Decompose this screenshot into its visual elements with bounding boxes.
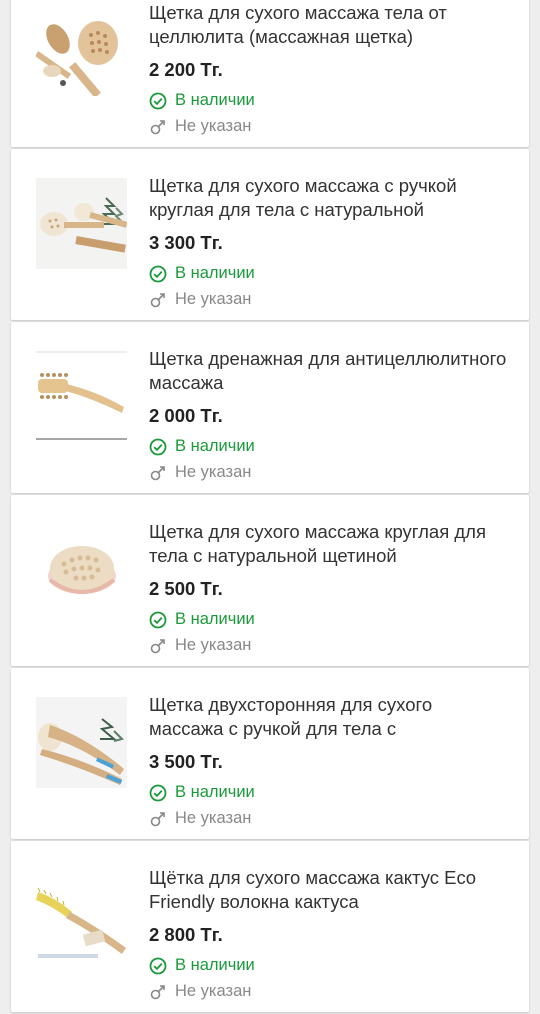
product-list: Щетка для сухого массажа тела от целлюли…	[0, 0, 540, 1014]
product-card[interactable]: Щетка для сухого массажа тела от целлюли…	[11, 0, 529, 147]
product-title[interactable]: Щетка двухсторонняя для сухого массажа с…	[149, 693, 509, 741]
product-price: 2 200 Тг.	[149, 59, 223, 80]
gender-icon	[150, 811, 165, 826]
gender-info: Не указан	[149, 463, 251, 482]
check-circle-icon	[149, 438, 167, 455]
gender-icon	[150, 465, 165, 480]
product-price: 3 500 Тг.	[149, 751, 223, 772]
availability-text: В наличии	[175, 91, 255, 109]
product-card[interactable]: Щетка для сухого массажа круглая для тел…	[11, 495, 529, 666]
check-circle-icon	[149, 265, 167, 282]
gender-icon	[150, 638, 165, 653]
gender-info: Не указан	[149, 636, 251, 655]
availability-status: В наличии	[149, 610, 255, 629]
availability-status: В наличии	[149, 956, 255, 975]
product-card[interactable]: Щетка двухсторонняя для сухого массажа с…	[11, 668, 529, 839]
product-price: 2 000 Тг.	[149, 405, 223, 426]
product-image[interactable]	[36, 5, 127, 96]
availability-status: В наличии	[149, 783, 255, 802]
availability-text: В наличии	[175, 437, 255, 455]
gender-info: Не указан	[149, 982, 251, 1001]
product-image[interactable]	[36, 178, 127, 269]
gender-icon	[150, 119, 165, 134]
gender-text: Не указан	[175, 809, 252, 827]
gender-icon	[150, 984, 165, 999]
gender-text: Не указан	[175, 290, 252, 308]
product-image[interactable]	[36, 697, 127, 788]
product-price: 3 300 Тг.	[149, 232, 223, 253]
gender-text: Не указан	[175, 463, 252, 481]
availability-text: В наличии	[175, 783, 255, 801]
product-price: 2 800 Тг.	[149, 924, 223, 945]
product-title[interactable]: Щетка для сухого массажа с ручкой кругла…	[149, 174, 509, 222]
product-image[interactable]	[36, 524, 127, 615]
check-circle-icon	[149, 957, 167, 974]
gender-text: Не указан	[175, 636, 252, 654]
product-price: 2 500 Тг.	[149, 578, 223, 599]
product-image[interactable]	[36, 351, 127, 442]
product-title[interactable]: Щётка для сухого массажа кактус Eco Frie…	[149, 866, 509, 914]
product-title[interactable]: Щетка для сухого массажа круглая для тел…	[149, 520, 509, 568]
availability-status: В наличии	[149, 264, 255, 283]
check-circle-icon	[149, 784, 167, 801]
check-circle-icon	[149, 611, 167, 628]
product-title[interactable]: Щетка дренажная для антицеллюлитного мас…	[149, 347, 509, 395]
product-card[interactable]: Щётка для сухого массажа кактус Eco Frie…	[11, 841, 529, 1012]
gender-info: Не указан	[149, 117, 251, 136]
availability-status: В наличии	[149, 91, 255, 110]
gender-text: Не указан	[175, 982, 252, 1000]
gender-text: Не указан	[175, 117, 252, 135]
product-image[interactable]	[36, 870, 127, 961]
product-title[interactable]: Щетка для сухого массажа тела от целлюли…	[149, 1, 509, 49]
availability-text: В наличии	[175, 956, 255, 974]
availability-text: В наличии	[175, 264, 255, 282]
check-circle-icon	[149, 92, 167, 109]
gender-info: Не указан	[149, 290, 251, 309]
gender-info: Не указан	[149, 809, 251, 828]
product-card[interactable]: Щетка дренажная для антицеллюлитного мас…	[11, 322, 529, 493]
product-card[interactable]: Щетка для сухого массажа с ручкой кругла…	[11, 149, 529, 320]
availability-text: В наличии	[175, 610, 255, 628]
availability-status: В наличии	[149, 437, 255, 456]
gender-icon	[150, 292, 165, 307]
